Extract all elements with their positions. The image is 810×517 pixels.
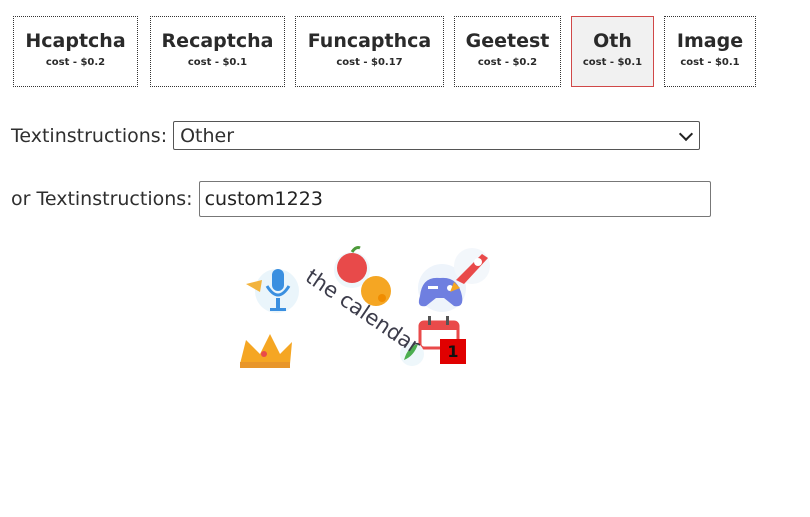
tab-hcaptcha[interactable]: Hcaptcha cost - $0.2 xyxy=(13,16,138,87)
tab-label: Funcapthca xyxy=(307,30,432,52)
rocket-icon xyxy=(450,248,490,292)
captcha-marker: 1 xyxy=(440,339,466,364)
tab-oth[interactable]: Oth cost - $0.1 xyxy=(571,16,654,87)
instructions-input[interactable]: custom1223 xyxy=(198,181,711,217)
crown-icon xyxy=(240,334,292,368)
microphone-icon xyxy=(246,269,299,313)
instructions-input-row: or Textinstructions: custom1223 xyxy=(11,181,711,217)
instructions-select-value: Other xyxy=(180,124,235,147)
tab-label: Recaptcha xyxy=(161,30,274,52)
tab-cost: cost - $0.2 xyxy=(477,57,538,68)
tab-funcapthca[interactable]: Funcapthca cost - $0.17 xyxy=(295,16,444,87)
tab-cost: cost - $0.1 xyxy=(187,57,248,68)
tab-cost: cost - $0.17 xyxy=(336,57,403,68)
instructions-select-label: Textinstructions: xyxy=(11,124,168,147)
tab-label: Hcaptcha xyxy=(25,30,126,52)
tab-cost: cost - $0.1 xyxy=(680,57,740,68)
chevron-down-icon xyxy=(679,126,694,141)
tab-label: Image xyxy=(676,30,744,52)
tab-cost: cost - $0.1 xyxy=(582,57,643,68)
tab-geetest[interactable]: Geetest cost - $0.2 xyxy=(454,16,561,87)
tab-label: Geetest xyxy=(465,30,550,52)
instructions-select-row: Textinstructions: Other xyxy=(11,121,701,150)
tab-cost: cost - $0.2 xyxy=(45,57,106,68)
tab-image[interactable]: Image cost - $0.1 xyxy=(664,16,756,87)
instructions-input-value: custom1223 xyxy=(204,188,323,210)
tab-recaptcha[interactable]: Recaptcha cost - $0.1 xyxy=(150,16,285,87)
instructions-select[interactable]: Other xyxy=(173,121,701,150)
tab-label: Oth xyxy=(593,30,632,52)
instructions-input-label: or Textinstructions: xyxy=(11,188,193,210)
